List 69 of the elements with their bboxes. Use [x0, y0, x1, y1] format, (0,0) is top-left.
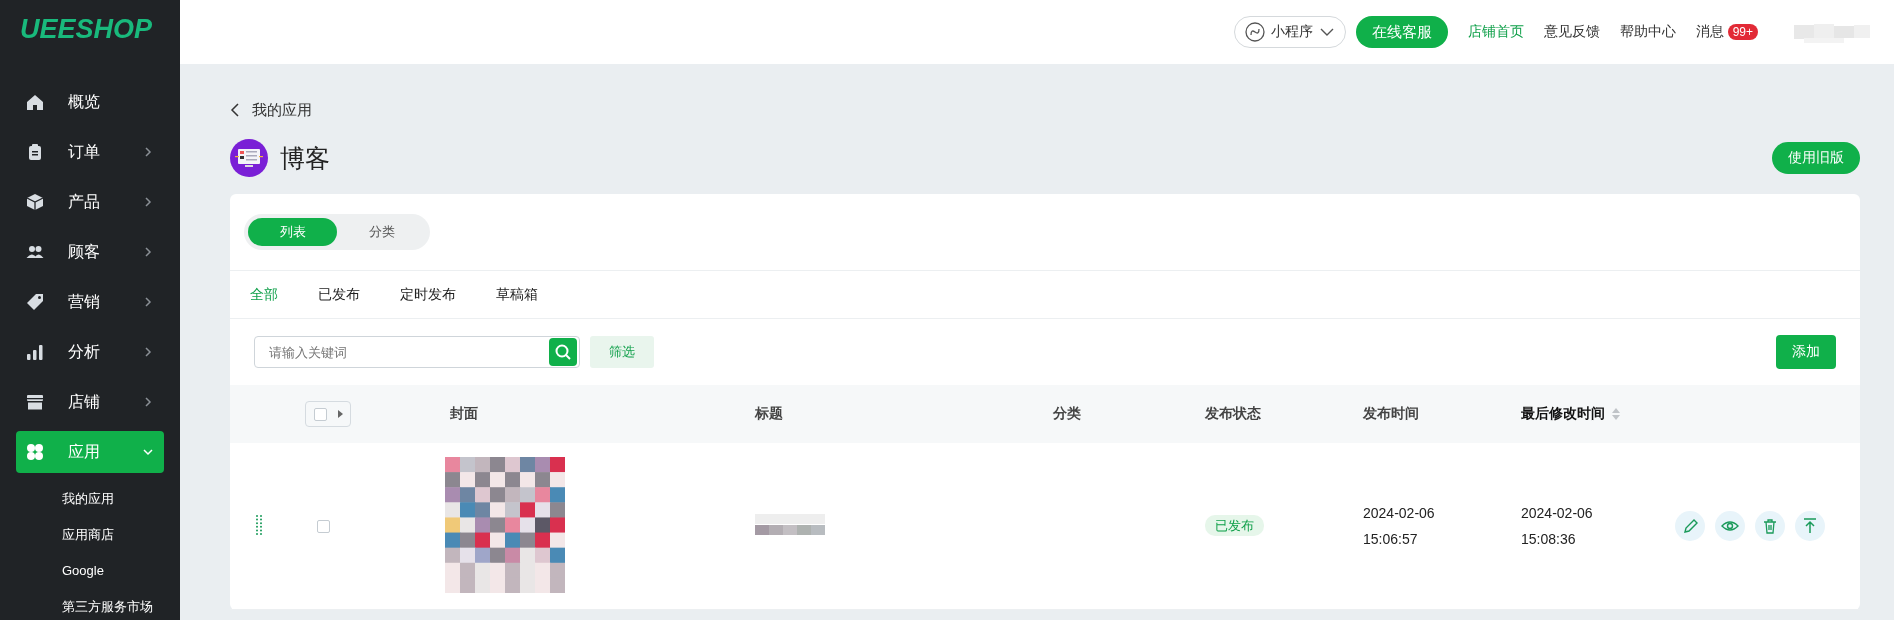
- column-header: 发布状态: [1205, 405, 1261, 423]
- count-badge: 99+: [1727, 24, 1758, 40]
- pencil-button[interactable]: [1675, 511, 1705, 541]
- bar-chart-icon: [26, 343, 44, 361]
- column-header[interactable]: 最后修改时间: [1521, 405, 1605, 423]
- chevron-right-icon: [142, 346, 154, 358]
- sidebar-subitem[interactable]: 第三方服务市场: [62, 589, 153, 620]
- sidebar-item[interactable]: 店铺: [16, 381, 164, 423]
- top-link[interactable]: 帮助中心: [1619, 23, 1676, 41]
- top-link[interactable]: 消息: [1695, 23, 1724, 41]
- tab[interactable]: 定时发布: [400, 285, 456, 304]
- column-header: 标题: [755, 405, 783, 423]
- sort-icon: [1611, 408, 1621, 420]
- sidebar-subitem[interactable]: Google: [62, 553, 104, 589]
- box-icon: [26, 193, 44, 211]
- sidebar-item[interactable]: 概览: [16, 81, 164, 123]
- chevron-down-icon: [142, 446, 154, 458]
- trash-icon: [1761, 517, 1779, 535]
- status-tag: 已发布: [1205, 515, 1264, 536]
- store-icon: [26, 393, 44, 411]
- drag-handle-icon[interactable]: [256, 514, 262, 535]
- date-text: 2024-02-06: [1521, 505, 1594, 521]
- apps-icon: [26, 443, 44, 461]
- tag-icon: [26, 293, 44, 311]
- people-icon: [26, 243, 44, 261]
- link-icon: [1244, 22, 1265, 42]
- blog-app-icon: [230, 139, 268, 177]
- back-link[interactable]: 我的应用: [252, 100, 312, 120]
- sidebar-item[interactable]: 产品: [16, 181, 164, 223]
- column-header: 发布时间: [1363, 405, 1419, 423]
- home-icon: [26, 93, 44, 111]
- clipboard-icon: [26, 143, 44, 161]
- view-toggle-option[interactable]: 分类: [337, 218, 426, 246]
- top-link[interactable]: 意见反馈: [1543, 23, 1600, 41]
- select-all-dropdown[interactable]: [305, 401, 351, 427]
- column-header: 分类: [1053, 405, 1081, 423]
- page-title: 博客: [280, 142, 331, 174]
- pencil-icon: [1681, 517, 1699, 535]
- sidebar-item[interactable]: 分析: [16, 331, 164, 373]
- time-text: 15:08:36: [1521, 531, 1577, 547]
- sidebar-subitem[interactable]: 应用商店: [62, 517, 114, 553]
- move-to-top-button[interactable]: [1795, 511, 1825, 541]
- eye-button[interactable]: [1715, 511, 1745, 541]
- search-icon: [555, 344, 571, 360]
- tab[interactable]: 已发布: [318, 285, 360, 304]
- tab[interactable]: 草稿箱: [496, 285, 538, 304]
- chevron-right-icon: [142, 396, 154, 408]
- back-icon: [230, 103, 240, 117]
- move-to-top-icon: [1801, 517, 1819, 535]
- chevron-right-icon: [142, 246, 154, 258]
- search-button[interactable]: [549, 338, 577, 366]
- top-link[interactable]: 店铺首页: [1467, 23, 1524, 41]
- sidebar-item[interactable]: 营销: [16, 281, 164, 323]
- sidebar-item[interactable]: 顾客: [16, 231, 164, 273]
- sidebar-subitem[interactable]: 我的应用: [62, 481, 114, 517]
- sidebar-item[interactable]: 订单: [16, 131, 164, 173]
- chevron-right-icon: [142, 146, 154, 158]
- trash-button[interactable]: [1755, 511, 1785, 541]
- time-text: 15:06:57: [1363, 531, 1419, 547]
- chevron-right-icon: [142, 296, 154, 308]
- column-header: 封面: [450, 405, 478, 423]
- row-checkbox[interactable]: [317, 519, 330, 533]
- caret-icon: [337, 409, 343, 419]
- date-text: 2024-02-06: [1363, 505, 1436, 521]
- search-field[interactable]: 请输入关键词: [254, 336, 580, 368]
- tab[interactable]: 全部: [250, 285, 278, 304]
- mini-program-dropdown[interactable]: 小程序: [1233, 16, 1346, 48]
- chevron-right-icon: [142, 196, 154, 208]
- logo: UEESHOP: [19, 13, 153, 45]
